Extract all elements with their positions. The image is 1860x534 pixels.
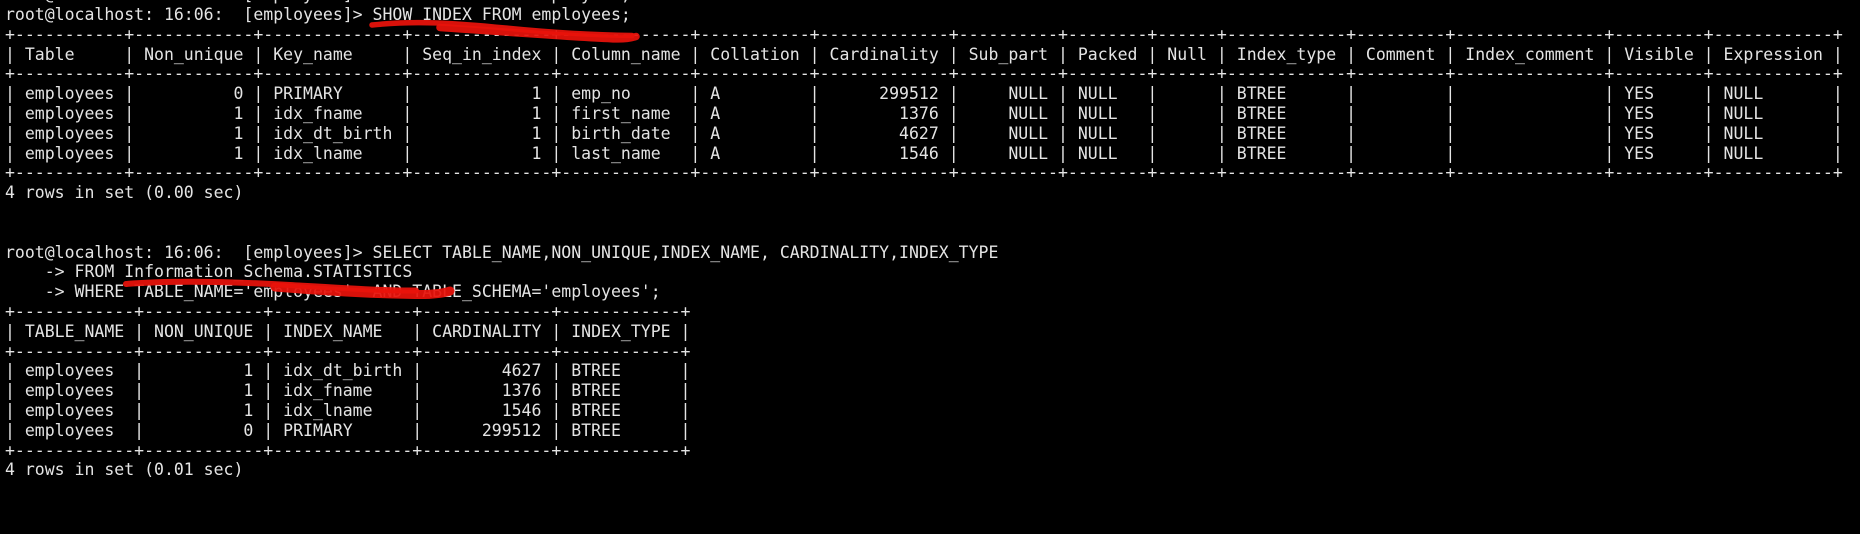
table-data-row: | employees | 0 | PRIMARY | 1 | emp_no |… xyxy=(5,84,1843,104)
table-header-row: | TABLE_NAME | NON_UNIQUE | INDEX_NAME |… xyxy=(5,321,691,341)
table-border: +-----------+------------+--------------… xyxy=(5,24,1843,44)
table-data-row: | employees | 0 | PRIMARY | 299512 | BTR… xyxy=(5,420,691,440)
table-border: +-----------+------------+--------------… xyxy=(5,64,1843,84)
terminal-screen[interactable]: root@localhost: 16:06: [employees]> SHOW… xyxy=(0,0,1860,534)
table-border: +-----------+------------+--------------… xyxy=(5,163,1843,183)
prompt-command-line: root@localhost: 16:06: [employees]> SELE… xyxy=(5,242,999,262)
table-data-row: | employees | 1 | idx_dt_birth | 1 | bir… xyxy=(5,123,1843,143)
terminal-output: root@localhost: 16:06: [employees]> SHOW… xyxy=(5,0,1843,480)
continuation-line: -> WHERE TABLE_NAME='employees' AND TABL… xyxy=(5,282,661,302)
table-data-row: | employees | 1 | idx_lname | 1 | last_n… xyxy=(5,143,1843,163)
table-border: +------------+------------+-------------… xyxy=(5,301,691,321)
continuation-line: -> FROM Information_Schema.STATISTICS xyxy=(5,262,413,282)
table-header-row: | Table | Non_unique | Key_name | Seq_in… xyxy=(5,44,1843,64)
table-data-row: | employees | 1 | idx_fname | 1376 | BTR… xyxy=(5,381,691,401)
table-data-row: | employees | 1 | idx_lname | 1546 | BTR… xyxy=(5,400,691,420)
table-border: +------------+------------+-------------… xyxy=(5,440,691,460)
status-line: 4 rows in set (0.01 sec) xyxy=(5,460,244,480)
status-line: 4 rows in set (0.00 sec) xyxy=(5,183,244,203)
table-data-row: | employees | 1 | idx_dt_birth | 4627 | … xyxy=(5,361,691,381)
table-data-row: | employees | 1 | idx_fname | 1 | first_… xyxy=(5,103,1843,123)
prompt-command-line: root@localhost: 16:06: [employees]> SHOW… xyxy=(5,5,631,24)
table-border: +------------+------------+-------------… xyxy=(5,341,691,361)
